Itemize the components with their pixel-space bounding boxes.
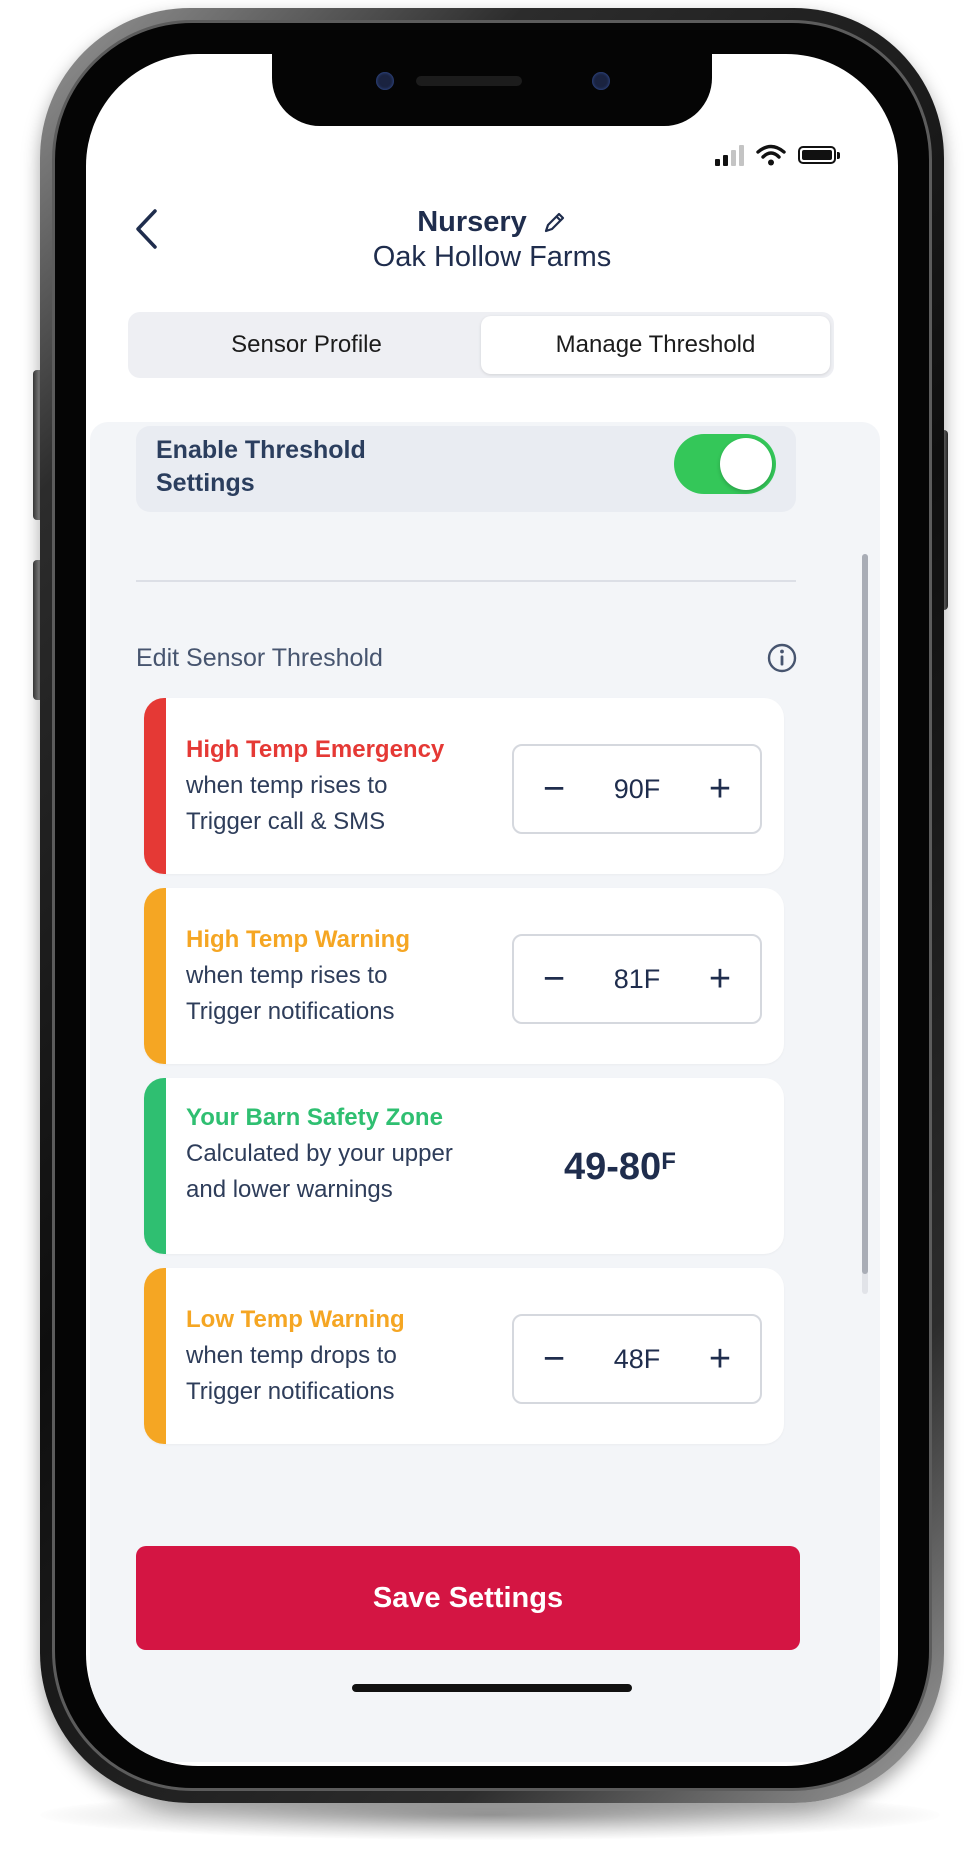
threshold-value: 81F xyxy=(613,963,661,994)
card-condition: when temp rises to xyxy=(186,962,388,989)
increment-button[interactable]: + xyxy=(702,1340,738,1378)
divider xyxy=(136,580,796,582)
card-title: High Temp Warning xyxy=(186,926,410,953)
segmented-tabs: Sensor Profile Manage Threshold xyxy=(128,312,834,378)
card-title: Low Temp Warning xyxy=(186,1306,405,1333)
range-value: 49-80 xyxy=(564,1146,662,1188)
enable-threshold-toggle[interactable] xyxy=(674,434,776,494)
card-title: High Temp Emergency xyxy=(186,736,445,763)
sensor-icon xyxy=(592,72,610,90)
card-title: Your Barn Safety Zone xyxy=(186,1104,443,1131)
card-action: Trigger call & SMS xyxy=(186,808,386,835)
high-emergency-stepper: − 90F + xyxy=(512,744,762,834)
tab-sensor-profile[interactable]: Sensor Profile xyxy=(132,316,481,374)
severity-stripe xyxy=(144,1268,166,1444)
tab-manage-threshold[interactable]: Manage Threshold xyxy=(481,316,830,374)
severity-stripe xyxy=(144,1078,166,1254)
card-condition: when temp rises to xyxy=(186,772,388,799)
high-warning-stepper: − 81F + xyxy=(512,934,762,1024)
decrement-button[interactable]: − xyxy=(536,770,572,808)
low-warning-stepper: − 48F + xyxy=(512,1314,762,1404)
high-temp-emergency-card: High Temp Emergency when temp rises to T… xyxy=(144,698,784,874)
threshold-value: 90F xyxy=(613,773,661,804)
wifi-icon xyxy=(756,144,786,166)
safety-zone-range: 49-80F xyxy=(564,1146,676,1189)
earpiece-speaker xyxy=(416,76,522,86)
enable-threshold-row: Enable Threshold Settings xyxy=(136,426,796,512)
high-temp-warning-card: High Temp Warning when temp rises to Tri… xyxy=(144,888,784,1064)
severity-stripe xyxy=(144,698,166,874)
increment-button[interactable]: + xyxy=(702,960,738,998)
low-temp-warning-card: Low Temp Warning when temp drops to Trig… xyxy=(144,1268,784,1444)
increment-button[interactable]: + xyxy=(702,770,738,808)
status-bar xyxy=(715,144,840,166)
decrement-button[interactable]: − xyxy=(536,960,572,998)
card-condition: when temp drops to xyxy=(186,1342,397,1369)
home-indicator[interactable] xyxy=(352,1684,632,1692)
safety-zone-card: Your Barn Safety Zone Calculated by your… xyxy=(144,1078,784,1254)
card-action: Trigger notifications xyxy=(186,1378,395,1405)
pencil-icon[interactable] xyxy=(541,210,567,236)
severity-stripe xyxy=(144,888,166,1064)
decrement-button[interactable]: − xyxy=(536,1340,572,1378)
battery-icon xyxy=(798,146,840,164)
card-description-2: and lower warnings xyxy=(186,1176,393,1203)
scrollbar-thumb[interactable] xyxy=(862,554,868,1274)
info-icon[interactable] xyxy=(766,642,798,674)
front-camera-icon xyxy=(376,72,394,90)
save-settings-button[interactable]: Save Settings xyxy=(136,1546,800,1650)
enable-threshold-label: Enable Threshold Settings xyxy=(156,436,366,497)
phone-screen: Nursery Oak Hollow Farms Sensor Profile … xyxy=(86,54,898,1766)
page-title: Nursery xyxy=(417,206,527,238)
cellular-signal-icon xyxy=(715,144,744,166)
notch xyxy=(272,54,712,126)
page-header: Nursery Oak Hollow Farms xyxy=(86,206,898,274)
card-action: Trigger notifications xyxy=(186,998,395,1025)
range-unit: F xyxy=(661,1148,676,1175)
farm-name: Oak Hollow Farms xyxy=(372,241,612,273)
card-description: Calculated by your upper xyxy=(186,1140,453,1167)
section-title: Edit Sensor Threshold xyxy=(136,644,383,672)
threshold-value: 48F xyxy=(613,1343,661,1374)
toggle-knob xyxy=(720,438,772,490)
